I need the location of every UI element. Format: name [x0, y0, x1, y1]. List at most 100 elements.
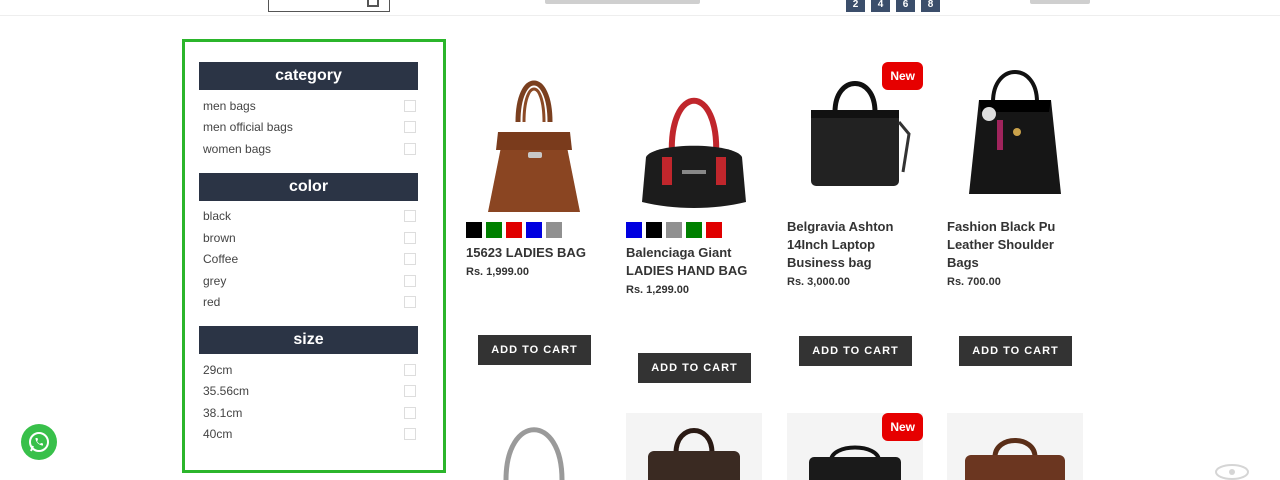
- page-link[interactable]: 4: [871, 0, 890, 12]
- product-image[interactable]: [466, 413, 602, 480]
- product-image[interactable]: [626, 413, 762, 480]
- filter-list-size: 29cm 35.56cm 38.1cm 40cm: [199, 359, 418, 445]
- add-to-cart-button[interactable]: ADD TO CART: [478, 335, 591, 365]
- filter-option-label: red: [203, 295, 221, 310]
- filter-option[interactable]: men bags: [199, 95, 418, 117]
- product-price: Rs. 1,999.00: [466, 266, 529, 278]
- filter-option-label: 40cm: [203, 427, 233, 442]
- filter-checkbox[interactable]: [404, 363, 416, 376]
- filter-checkbox[interactable]: [404, 296, 416, 309]
- swatch[interactable]: [466, 222, 482, 238]
- filter-option[interactable]: brown: [199, 227, 418, 249]
- new-badge: New: [882, 62, 923, 90]
- swatch[interactable]: [626, 222, 642, 238]
- filter-option[interactable]: red: [199, 292, 418, 314]
- filter-option-label: black: [203, 209, 232, 224]
- search-icon[interactable]: [367, 0, 379, 7]
- page-link[interactable]: 2: [846, 0, 865, 12]
- top-nav-fragment: [545, 0, 700, 4]
- whatsapp-icon[interactable]: [21, 424, 57, 460]
- top-header: 2 4 6 8: [0, 0, 1280, 16]
- filter-option[interactable]: 38.1cm: [199, 402, 418, 424]
- product-card: Fashion Black Pu Leather Shoulder Bags R…: [947, 62, 1087, 288]
- filter-option-label: women bags: [203, 141, 272, 156]
- leather-bag-image: [648, 428, 740, 480]
- product-name[interactable]: Fashion Black Pu Leather Shoulder Bags: [947, 218, 1087, 272]
- product-image[interactable]: [466, 62, 602, 212]
- swatch[interactable]: [486, 222, 502, 238]
- product-price: Rs. 700.00: [947, 276, 1001, 288]
- add-to-cart-button[interactable]: ADD TO CART: [959, 336, 1072, 366]
- product-image[interactable]: New: [787, 62, 923, 212]
- swatch[interactable]: [686, 222, 702, 238]
- filter-option[interactable]: 40cm: [199, 424, 418, 446]
- swatch[interactable]: [706, 222, 722, 238]
- filter-option-label: 29cm: [203, 362, 233, 377]
- filter-option-label: 38.1cm: [203, 405, 243, 420]
- product-price: Rs. 3,000.00: [787, 276, 850, 288]
- swatch[interactable]: [526, 222, 542, 238]
- new-badge: New: [882, 413, 923, 441]
- filter-option[interactable]: men official bags: [199, 117, 418, 139]
- filter-option-label: grey: [203, 273, 227, 288]
- filter-checkbox[interactable]: [404, 210, 416, 223]
- color-swatches: [626, 222, 766, 238]
- filter-checkbox[interactable]: [404, 406, 416, 419]
- handbag-image: [642, 98, 746, 208]
- add-to-cart-button[interactable]: ADD TO CART: [638, 353, 751, 383]
- page-link[interactable]: 6: [896, 0, 915, 12]
- product-image[interactable]: [626, 62, 762, 212]
- product-image[interactable]: New: [787, 413, 923, 480]
- filter-option[interactable]: Coffee: [199, 249, 418, 271]
- filter-checkbox[interactable]: [404, 121, 416, 134]
- product-card: New Belgravia Ashton 14Inch Laptop Busin…: [787, 62, 927, 288]
- swatch[interactable]: [506, 222, 522, 238]
- filter-checkbox[interactable]: [404, 142, 416, 155]
- filter-checkbox[interactable]: [404, 385, 416, 398]
- product-price: Rs. 1,299.00: [626, 284, 689, 296]
- brown-bag-image: [965, 438, 1065, 480]
- filter-option[interactable]: 35.56cm: [199, 381, 418, 403]
- filter-checkbox[interactable]: [404, 274, 416, 287]
- shoulder-bag-image: [969, 70, 1061, 194]
- product-card: Balenciaga Giant LADIES HAND BAG Rs. 1,2…: [626, 62, 766, 296]
- filter-checkbox[interactable]: [404, 99, 416, 112]
- filter-option-label: men official bags: [203, 120, 293, 135]
- filter-option[interactable]: grey: [199, 270, 418, 292]
- search-box[interactable]: [268, 0, 390, 12]
- swatch[interactable]: [646, 222, 662, 238]
- product-name[interactable]: Balenciaga Giant LADIES HAND BAG: [626, 244, 766, 280]
- filter-option[interactable]: women bags: [199, 138, 418, 160]
- product-name[interactable]: 15623 LADIES BAG: [466, 244, 606, 262]
- swatch[interactable]: [666, 222, 682, 238]
- product-card: 15623 LADIES BAG Rs. 1,999.00: [466, 62, 606, 278]
- filter-heading-size: size: [199, 326, 418, 354]
- whatsapp-glyph: [29, 432, 49, 452]
- filter-option-label: Coffee: [203, 252, 239, 267]
- pagination: 2 4 6 8: [846, 0, 940, 12]
- filter-option-label: 35.56cm: [203, 384, 250, 399]
- filter-checkbox[interactable]: [404, 428, 416, 441]
- color-swatches: [466, 222, 606, 238]
- handbag-image: [503, 427, 565, 480]
- filter-heading-category: category: [199, 62, 418, 90]
- filter-sidebar: category men bags men official bags wome…: [182, 39, 446, 473]
- watermark-logo: [1215, 464, 1249, 480]
- product-image[interactable]: [947, 62, 1083, 212]
- filter-option[interactable]: 29cm: [199, 359, 418, 381]
- product-name[interactable]: Belgravia Ashton 14Inch Laptop Business …: [787, 218, 927, 272]
- top-nav-fragment: [1030, 0, 1090, 4]
- filter-checkbox[interactable]: [404, 231, 416, 244]
- filter-heading-color: color: [199, 172, 418, 201]
- page-link[interactable]: 8: [921, 0, 940, 12]
- handbag-image: [488, 80, 580, 212]
- add-to-cart-button[interactable]: ADD TO CART: [799, 336, 912, 366]
- filter-list-category: men bags men official bags women bags: [199, 95, 418, 160]
- swatch[interactable]: [546, 222, 562, 238]
- product-image[interactable]: [947, 413, 1083, 480]
- filter-checkbox[interactable]: [404, 253, 416, 266]
- filter-list-color: black brown Coffee grey red: [199, 206, 418, 314]
- filter-option-label: men bags: [203, 98, 256, 113]
- filter-option[interactable]: black: [199, 206, 418, 228]
- filter-option-label: brown: [203, 230, 236, 245]
